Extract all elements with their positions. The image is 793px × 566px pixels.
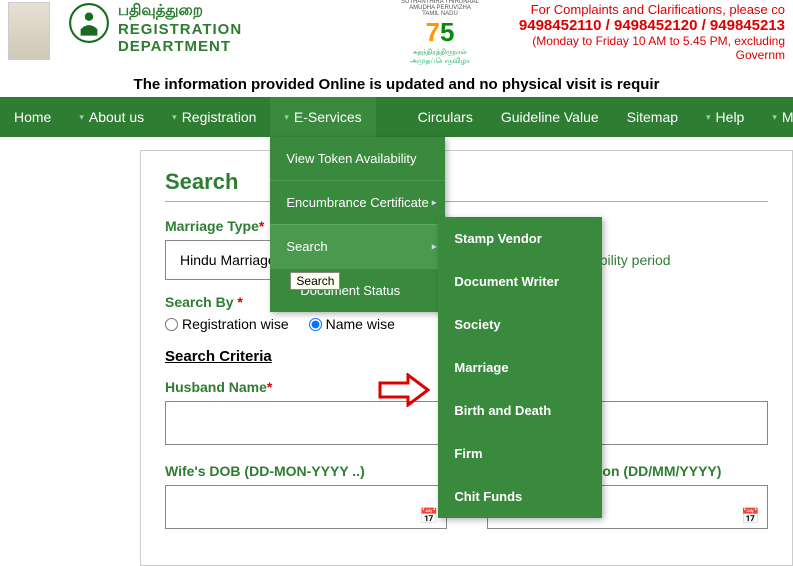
- complaints-info: For Complaints and Clarifications, pleas…: [480, 2, 785, 62]
- wife-dob-label: Wife's DOB (DD-MON-YYYY ..): [165, 463, 447, 479]
- e-services-dropdown: View Token Availability Encumbrance Cert…: [270, 137, 444, 312]
- divider: [165, 201, 768, 202]
- nav-home[interactable]: Home: [0, 97, 65, 137]
- nav-e-services[interactable]: E-Services View Token Availability Encum…: [270, 97, 375, 137]
- sm-firm[interactable]: Firm: [438, 432, 602, 475]
- nav-help[interactable]: Help: [692, 97, 758, 137]
- info-banner: The information provided Online is updat…: [0, 70, 793, 97]
- sm-stamp-vendor[interactable]: Stamp Vendor: [438, 217, 602, 260]
- sm-birth-death[interactable]: Birth and Death: [438, 389, 602, 432]
- dd-search[interactable]: Search Search: [270, 224, 444, 268]
- dept-name-english: REGISTRATION DEPARTMENT: [118, 21, 360, 55]
- dept-name-tamil: பதிவுத்துறை: [118, 2, 360, 21]
- sm-society[interactable]: Society: [438, 303, 602, 346]
- dd-encumbrance[interactable]: Encumbrance Certificate: [270, 180, 444, 224]
- wife-dob-input[interactable]: [165, 485, 447, 529]
- page-header: பதிவுத்துறை REGISTRATION DEPARTMENT SUTH…: [0, 0, 793, 70]
- sm-document-writer[interactable]: Document Writer: [438, 260, 602, 303]
- sm-marriage[interactable]: Marriage: [438, 346, 602, 389]
- page-title: Search: [165, 169, 768, 195]
- complaints-hours: (Monday to Friday 10 AM to 5.45 PM, excl…: [480, 34, 785, 62]
- nav-sitemap[interactable]: Sitemap: [613, 97, 692, 137]
- search-submenu: Stamp Vendor Document Writer Society Mar…: [438, 217, 602, 518]
- sm-chit-funds[interactable]: Chit Funds: [438, 475, 602, 518]
- tooltip: Search: [290, 272, 340, 290]
- nav-about-us[interactable]: About us: [65, 97, 158, 137]
- nav-circulars[interactable]: Circulars: [404, 97, 487, 137]
- calendar-icon[interactable]: 📅: [420, 507, 439, 525]
- nav-more[interactable]: More: [758, 97, 793, 137]
- calendar-icon[interactable]: 📅: [741, 507, 760, 525]
- nav-guideline-value[interactable]: Guideline Value: [487, 97, 613, 137]
- radio-name-wise[interactable]: Name wise: [309, 316, 395, 332]
- dd-view-token[interactable]: View Token Availability: [270, 137, 444, 180]
- complaints-phone: 9498452110 / 9498452120 / 949845213: [480, 17, 785, 34]
- complaints-label: For Complaints and Clarifications, pleas…: [480, 2, 785, 17]
- department-name: பதிவுத்துறை REGISTRATION DEPARTMENT: [118, 2, 360, 55]
- main-nav: Home About us Registration E-Services Vi…: [0, 97, 793, 137]
- radio-registration-wise[interactable]: Registration wise: [165, 316, 289, 332]
- state-emblem-icon: [68, 2, 110, 44]
- official-photo: [8, 2, 50, 60]
- independence-75-logo-icon: SUTHANTHIRA THIRUNAAL AMUDHA PERUVIZHA T…: [400, 2, 480, 62]
- nav-registration[interactable]: Registration: [158, 97, 270, 137]
- annotation-arrow-icon: [378, 373, 430, 410]
